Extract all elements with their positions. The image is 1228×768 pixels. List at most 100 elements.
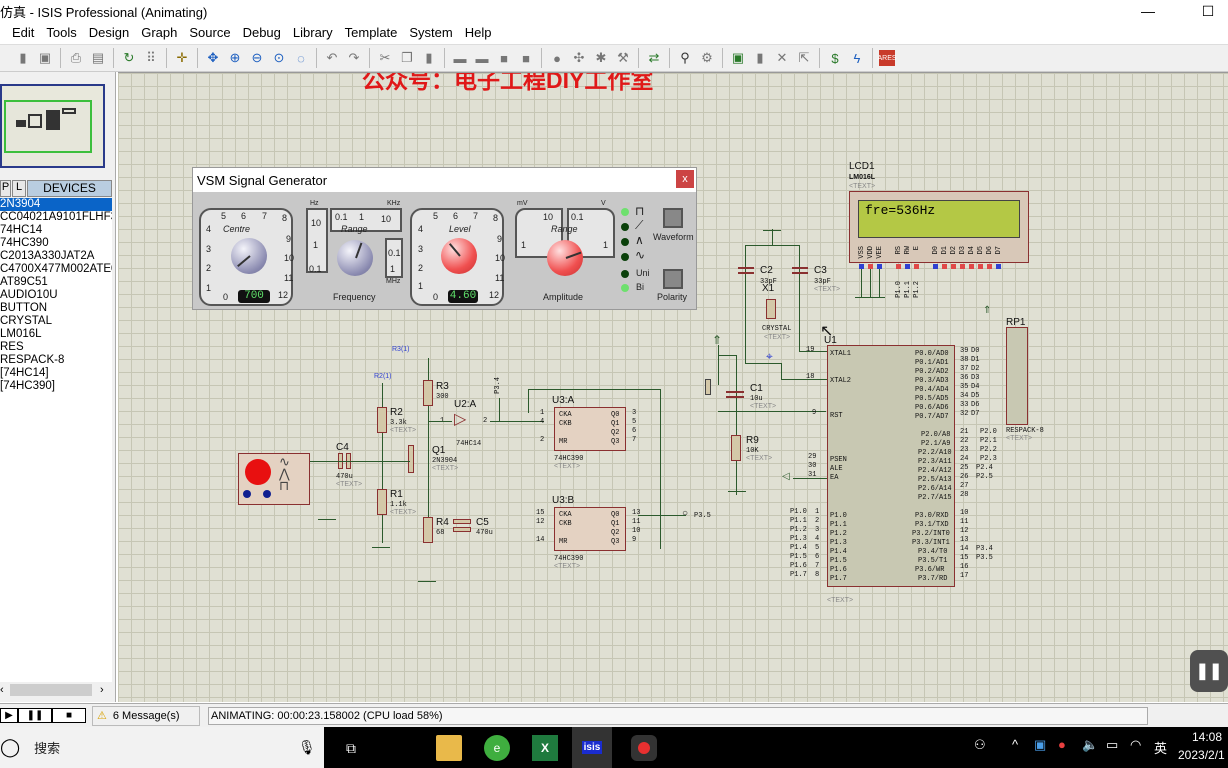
messages-indicator[interactable]: ⚠ 6 Message(s) (92, 705, 200, 726)
decompose-icon[interactable]: ⚒ (614, 49, 632, 67)
clock-date[interactable]: 2023/2/1 (1178, 748, 1225, 762)
menu-help[interactable]: Help (465, 25, 492, 40)
play-button[interactable]: ▶ (0, 708, 18, 723)
menu-system[interactable]: System (409, 25, 452, 40)
usb-icon[interactable]: ▣ (1034, 737, 1046, 753)
menu-source[interactable]: Source (189, 25, 230, 40)
new-sheet-icon[interactable]: ▣ (729, 49, 747, 67)
menu-template[interactable]: Template (345, 25, 398, 40)
respack-rp1[interactable] (1006, 327, 1028, 425)
waveform-button[interactable] (663, 208, 683, 228)
task-view-icon[interactable]: ⧉ (338, 735, 364, 761)
inverter-u2a-icon[interactable]: ▷ (454, 409, 466, 429)
level-knob[interactable] (441, 238, 477, 274)
cut-icon[interactable]: ✂ (376, 49, 394, 67)
capacitor-c5[interactable] (453, 519, 471, 524)
zoom-area-icon[interactable]: ◌ (292, 49, 310, 67)
bill-of-materials-icon[interactable]: $ (826, 49, 844, 67)
block-rotate-icon[interactable]: ■ (495, 49, 513, 67)
device-list-item[interactable]: 74HC14 (0, 224, 112, 237)
minimize-button[interactable]: — (1128, 0, 1168, 22)
ares-icon[interactable]: ARES (877, 50, 897, 66)
new-icon[interactable]: ▮ (14, 49, 32, 67)
scroll-right-icon[interactable]: › (100, 684, 104, 696)
remove-sheet-icon[interactable]: ▮ (751, 49, 769, 67)
maximize-button[interactable]: ☐ (1188, 0, 1228, 22)
make-device-icon[interactable]: ✣ (570, 49, 588, 67)
search-icon[interactable]: ⚲ (676, 49, 694, 67)
volume-icon[interactable]: 🔈 (1082, 737, 1098, 753)
device-list-item[interactable]: AT89C51 (0, 276, 112, 289)
device-list-item[interactable]: CC04021A9101FLHF3 (0, 211, 112, 224)
counter-u3b[interactable]: CKA CKB MR Q0 Q1 Q2 Q3 (554, 507, 626, 551)
property-tool-icon[interactable]: ⚙ (698, 49, 716, 67)
menu-graph[interactable]: Graph (141, 25, 177, 40)
resistor-r2[interactable] (377, 407, 387, 433)
page-icon[interactable]: ▤ (89, 49, 107, 67)
recorder-icon[interactable] (631, 735, 657, 761)
counter-u3a[interactable]: CKA CKB MR Q0 Q1 Q2 Q3 (554, 407, 626, 451)
transistor-q1[interactable] (408, 445, 414, 473)
file-explorer-icon[interactable] (436, 735, 462, 761)
resistor-r1[interactable] (377, 489, 387, 515)
device-list-item[interactable]: C4700X477M002ATE015 (0, 263, 112, 276)
device-list-item[interactable]: C2013A330JAT2A (0, 250, 112, 263)
device-list-scrollbar[interactable]: ‹ › (0, 682, 112, 698)
exit-parent-icon[interactable]: ✕ (773, 49, 791, 67)
browser-icon[interactable]: e (484, 735, 510, 761)
wifi-icon[interactable]: ◠ (1130, 737, 1141, 753)
pick-device-icon[interactable]: ● (548, 49, 566, 67)
isis-taskbar-button[interactable]: isis (572, 727, 612, 768)
polarity-button[interactable] (663, 269, 683, 289)
block-copy-icon[interactable]: ▬ (451, 49, 469, 67)
schematic-canvas[interactable]: 公众号：电子工程DIY工作室 ∿ ⋀ ⊓ VSM Signal Generator … (118, 72, 1228, 702)
print-icon[interactable]: ⎙ (67, 49, 85, 67)
taskbar-search[interactable]: ◯ 搜索 🎙 (0, 727, 324, 768)
signal-generator-symbol[interactable]: ∿ ⋀ ⊓ (238, 453, 310, 505)
video-pause-button[interactable]: ❚❚ (1190, 650, 1228, 692)
device-list-item[interactable]: [74HC390] (0, 380, 112, 393)
stop-button[interactable]: ■ (52, 708, 86, 723)
people-icon[interactable]: ⚇ (974, 737, 986, 753)
copy-icon[interactable]: ❐ (398, 49, 416, 67)
menu-edit[interactable]: Edit (12, 25, 34, 40)
device-list-item[interactable]: 74HC390 (0, 237, 112, 250)
goto-sheet-icon[interactable]: ⇱ (795, 49, 813, 67)
device-list-item[interactable]: AUDIO10U (0, 289, 112, 302)
device-list-item[interactable]: CRYSTAL (0, 315, 112, 328)
excel-icon[interactable]: X (532, 735, 558, 761)
block-delete-icon[interactable]: ■ (517, 49, 535, 67)
block-move-icon[interactable]: ▬ (473, 49, 491, 67)
device-list-item[interactable]: 2N3904 (0, 198, 112, 211)
reset-button[interactable] (705, 379, 711, 395)
resistor-r9[interactable] (731, 435, 741, 461)
scrollbar-thumb[interactable] (10, 684, 92, 696)
device-list[interactable]: 2N3904 CC04021A9101FLHF3 74HC14 74HC390 … (0, 198, 112, 684)
overview-window[interactable] (0, 84, 105, 168)
scroll-left-icon[interactable]: ‹ (0, 684, 4, 696)
wire-autorouter-icon[interactable]: ⇄ (645, 49, 663, 67)
menu-design[interactable]: Design (89, 25, 129, 40)
zoom-all-icon[interactable]: ⊙ (270, 49, 288, 67)
pause-button[interactable]: ❚❚ (18, 708, 52, 723)
pick-devices-button[interactable]: P (0, 180, 11, 197)
redo-icon[interactable]: ↷ (345, 49, 363, 67)
pack-icon[interactable]: ✱ (592, 49, 610, 67)
lcd-display[interactable]: fre=536Hz VSS VDD VEE RS RW E D0 D1 D2 D… (849, 191, 1029, 263)
frequency-range-knob[interactable] (337, 240, 373, 276)
save-icon[interactable]: ▣ (36, 49, 54, 67)
undo-icon[interactable]: ↶ (323, 49, 341, 67)
paste-icon[interactable]: ▮ (420, 49, 438, 67)
resistor-r4[interactable] (423, 517, 433, 543)
signal-generator-titlebar[interactable]: VSM Signal Generator (193, 168, 696, 192)
amplitude-range-knob[interactable] (547, 240, 583, 276)
device-list-item[interactable]: [74HC14] (0, 367, 112, 380)
crystal-x1[interactable] (766, 299, 776, 319)
menu-debug[interactable]: Debug (243, 25, 281, 40)
battery-icon[interactable]: ▭ (1106, 737, 1118, 753)
device-list-item[interactable]: BUTTON (0, 302, 112, 315)
zoom-out-icon[interactable]: ⊖ (248, 49, 266, 67)
qq-icon[interactable]: ● (1058, 737, 1066, 752)
library-manager-button[interactable]: L (12, 180, 26, 197)
clock-time[interactable]: 14:08 (1192, 730, 1222, 744)
